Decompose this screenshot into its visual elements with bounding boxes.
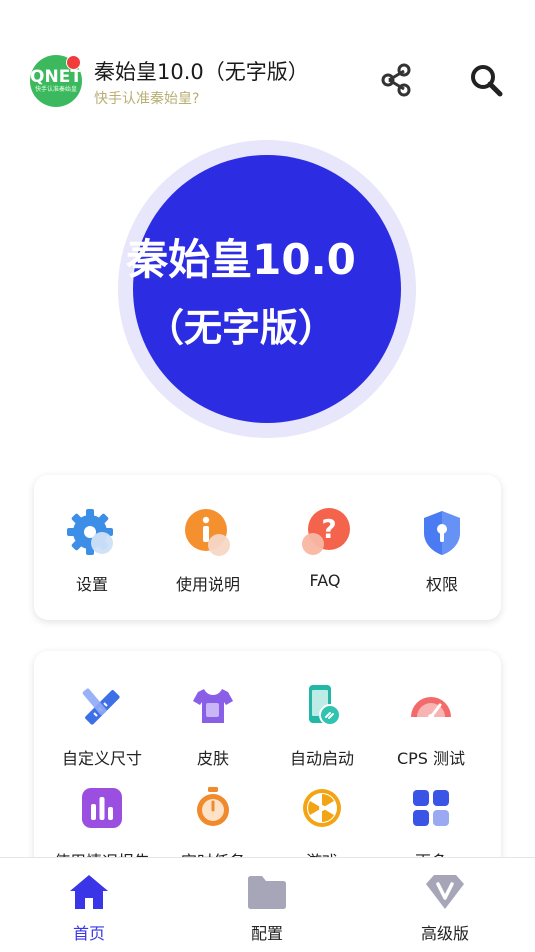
shield-icon xyxy=(416,507,468,559)
bar-chart-icon xyxy=(76,784,128,836)
search-button[interactable] xyxy=(468,62,504,98)
phone-link-icon xyxy=(296,681,348,733)
skin-item[interactable]: 皮肤 xyxy=(155,681,271,769)
app-subtitle: 快手认准秦始皇? xyxy=(94,91,200,107)
search-icon xyxy=(471,65,503,97)
question-icon: ? xyxy=(299,507,351,559)
skin-label: 皮肤 xyxy=(196,749,229,768)
quick-actions-card: 设置 使用说明 ? FAQ 权限 xyxy=(34,475,501,620)
share-icon xyxy=(381,63,411,97)
custom-size-item[interactable]: 自定义尺寸 xyxy=(44,681,160,769)
faq-label: FAQ xyxy=(309,571,341,590)
app-header: QNET 快手认准秦始皇 秦始皇10.0（无字版） 快手认准秦始皇? xyxy=(0,0,535,120)
nav-premium[interactable]: 高级版 xyxy=(385,872,505,944)
settings-label: 设置 xyxy=(75,575,108,594)
instructions-item[interactable]: 使用说明 xyxy=(150,507,266,595)
autostart-item[interactable]: 自动启动 xyxy=(264,681,380,769)
cps-test-label: CPS 测试 xyxy=(396,749,466,768)
start-button-label-line1: 秦始皇10.0 xyxy=(126,235,356,284)
app-title: 秦始皇10.0（无字版） xyxy=(94,60,309,84)
home-icon xyxy=(67,872,111,912)
avatar-subtext: 快手认准秦始皇 xyxy=(34,85,77,93)
nav-home[interactable]: 首页 xyxy=(29,872,149,944)
nav-premium-label: 高级版 xyxy=(420,924,469,943)
nav-home-label: 首页 xyxy=(72,924,105,943)
tools-card: 自定义尺寸 皮肤 自动启动 CPS 测试 xyxy=(34,651,501,881)
instructions-label: 使用说明 xyxy=(175,575,240,594)
custom-size-label: 自定义尺寸 xyxy=(61,749,142,768)
cps-test-item[interactable]: CPS 测试 xyxy=(373,681,489,769)
share-button[interactable] xyxy=(378,62,414,98)
permissions-item[interactable]: 权限 xyxy=(384,507,500,595)
stopwatch-icon xyxy=(187,784,239,836)
grid-more-icon xyxy=(405,784,457,836)
svg-text:?: ? xyxy=(321,515,336,545)
speedometer-icon xyxy=(405,681,457,733)
faq-item[interactable]: ? FAQ xyxy=(267,507,383,590)
start-button[interactable] xyxy=(133,155,401,423)
nav-config-label: 配置 xyxy=(250,924,283,943)
tshirt-icon xyxy=(187,681,239,733)
info-icon xyxy=(182,507,234,559)
autostart-label: 自动启动 xyxy=(289,749,354,768)
vip-v-icon xyxy=(423,872,467,912)
game-wheel-icon xyxy=(296,784,348,836)
gear-icon xyxy=(66,507,118,559)
folder-icon xyxy=(245,872,289,912)
bottom-navigation: 首页 配置 高级版 xyxy=(0,857,535,952)
nav-config[interactable]: 配置 xyxy=(207,872,327,944)
ruler-pencil-icon xyxy=(76,681,128,733)
settings-item[interactable]: 设置 xyxy=(34,507,150,595)
notification-dot xyxy=(66,55,81,70)
avatar-text: QNET xyxy=(30,66,82,87)
permissions-label: 权限 xyxy=(425,575,458,594)
start-button-label-line2: （无字版） xyxy=(145,306,336,350)
